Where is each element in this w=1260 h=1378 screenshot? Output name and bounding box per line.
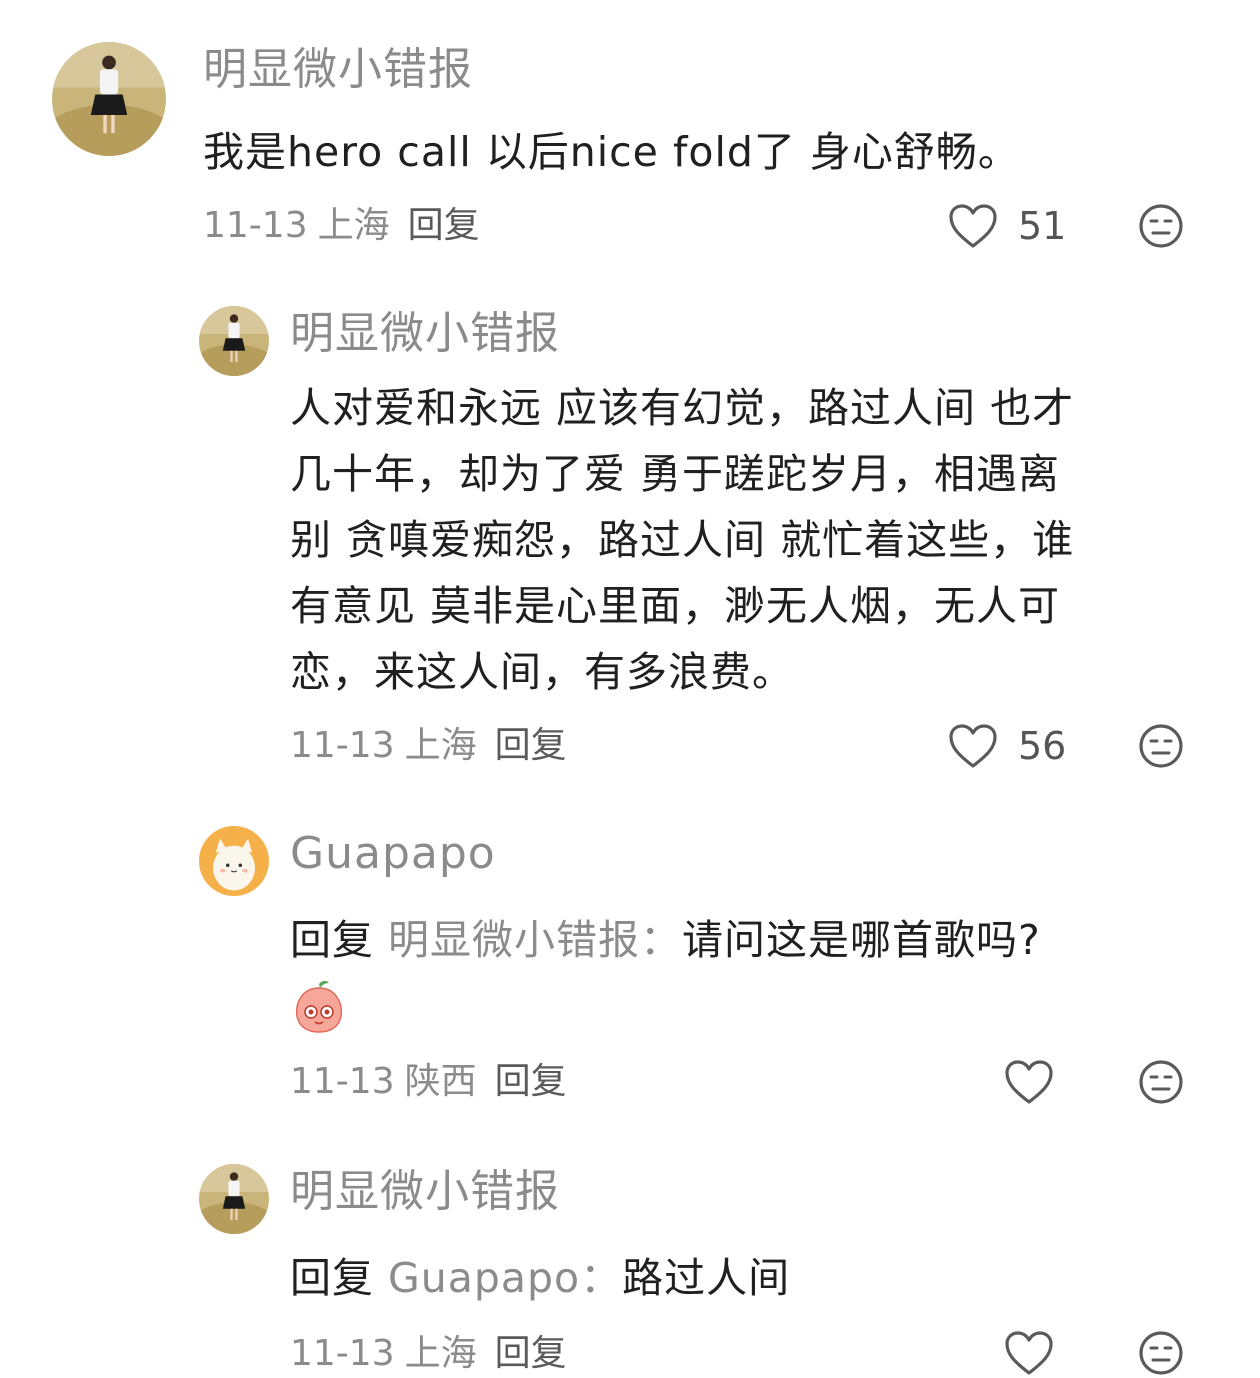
neutral-face-icon (1139, 204, 1183, 248)
avatar-cat-image (199, 826, 269, 896)
dislike-button[interactable] (1138, 1330, 1184, 1376)
avatar-girl-image (199, 1164, 269, 1234)
reply-text: 路过人间 (622, 1254, 791, 1302)
reply-button[interactable]: 回复 (495, 1333, 567, 1374)
comment-meta: 11-13 陕西 回复 (290, 1058, 567, 1106)
comment-item: 明显微小错报 回复 Guapapo：路过人间 11-13 上海 回复 (0, 1140, 1260, 1375)
comment-text-line: 有意见 莫非是心里面，渺无人烟，无人可 (290, 582, 1061, 630)
user-avatar[interactable] (52, 42, 166, 156)
username[interactable]: 明显微小错报 (290, 1164, 560, 1220)
comment-item: 明显微小错报 人对爱和永远 应该有幻觉，路过人间 也才 几十年，却为了爱 勇于蹉… (0, 280, 1260, 800)
comment-text: 人对爱和永远 应该有幻觉，路过人间 也才 几十年，却为了爱 勇于蹉跎岁月，相遇离… (290, 375, 1220, 705)
comment-meta: 11-13 上海 回复 (290, 722, 567, 770)
reply-prefix: 回复 (290, 1254, 374, 1302)
comment-text-line: 人对爱和永远 应该有幻觉，路过人间 也才 (290, 384, 1075, 432)
reply-prefix: 回复 (290, 916, 374, 964)
like-button[interactable]: 56 (948, 722, 1066, 770)
neutral-face-icon (1139, 1331, 1183, 1375)
user-avatar[interactable] (199, 826, 269, 896)
comment-text: 回复 明显微小错报：请问这是哪首歌吗? (290, 912, 1041, 968)
dislike-button[interactable] (1138, 203, 1184, 249)
heart-outline-icon (1005, 1060, 1053, 1104)
reply-target-username[interactable]: 明显微小错报 (388, 916, 640, 964)
comment-date: 11-13 (290, 1333, 395, 1374)
dislike-button[interactable] (1138, 1059, 1184, 1105)
comment-location: 上海 (317, 205, 390, 246)
comment-date: 11-13 (290, 725, 395, 766)
heart-outline-icon (949, 724, 997, 768)
comment-text-line: 几十年，却为了爱 勇于蹉跎岁月，相遇离 (290, 450, 1061, 498)
heart-outline-icon (949, 204, 997, 248)
neutral-face-icon (1139, 1060, 1183, 1104)
username[interactable]: Guapapo (290, 826, 496, 882)
reply-colon: ： (640, 916, 682, 964)
reply-button[interactable]: 回复 (495, 1061, 567, 1102)
like-button[interactable] (1004, 1059, 1054, 1105)
comment-item: Guapapo 回复 明显微小错报：请问这是哪首歌吗? 11-13 陕西 回复 (0, 800, 1260, 1140)
user-avatar[interactable] (199, 1164, 269, 1234)
dislike-button[interactable] (1138, 723, 1184, 769)
like-button[interactable] (1004, 1330, 1054, 1376)
username[interactable]: 明显微小错报 (290, 306, 560, 362)
reply-text: 请问这是哪首歌吗? (682, 916, 1041, 964)
reply-button[interactable]: 回复 (495, 725, 567, 766)
comment-location: 陕西 (404, 1061, 477, 1102)
comment-item: 明显微小错报 我是hero call 以后nice fold了 身心舒畅。 11… (0, 0, 1260, 280)
comment-text: 回复 Guapapo：路过人间 (290, 1250, 790, 1306)
peach-face-emoji-icon (291, 978, 347, 1034)
avatar-girl-image (199, 306, 269, 376)
reply-button[interactable]: 回复 (408, 205, 480, 246)
like-button[interactable]: 51 (948, 202, 1066, 250)
like-count: 51 (1018, 204, 1067, 248)
comment-location: 上海 (404, 1333, 477, 1374)
avatar-girl-image (52, 42, 166, 156)
user-avatar[interactable] (199, 306, 269, 376)
comment-meta: 11-13 上海 回复 (290, 1330, 567, 1378)
heart-outline-icon (1005, 1331, 1053, 1375)
comment-date: 11-13 (290, 1061, 395, 1102)
reply-target-username[interactable]: Guapapo (388, 1254, 580, 1302)
username[interactable]: 明显微小错报 (203, 42, 473, 98)
reply-colon: ： (580, 1254, 623, 1302)
comment-text-line: 别 贪嗔爱痴怨，路过人间 就忙着这些，谁 (290, 516, 1075, 564)
comment-date: 11-13 (203, 205, 308, 246)
like-count: 56 (1018, 724, 1067, 768)
neutral-face-icon (1139, 724, 1183, 768)
comment-location: 上海 (404, 725, 477, 766)
comment-meta: 11-13 上海 回复 (203, 202, 480, 250)
comment-text-line: 恋，来这人间，有多浪费。 (290, 648, 794, 696)
comment-text: 我是hero call 以后nice fold了 身心舒畅。 (203, 128, 1020, 176)
